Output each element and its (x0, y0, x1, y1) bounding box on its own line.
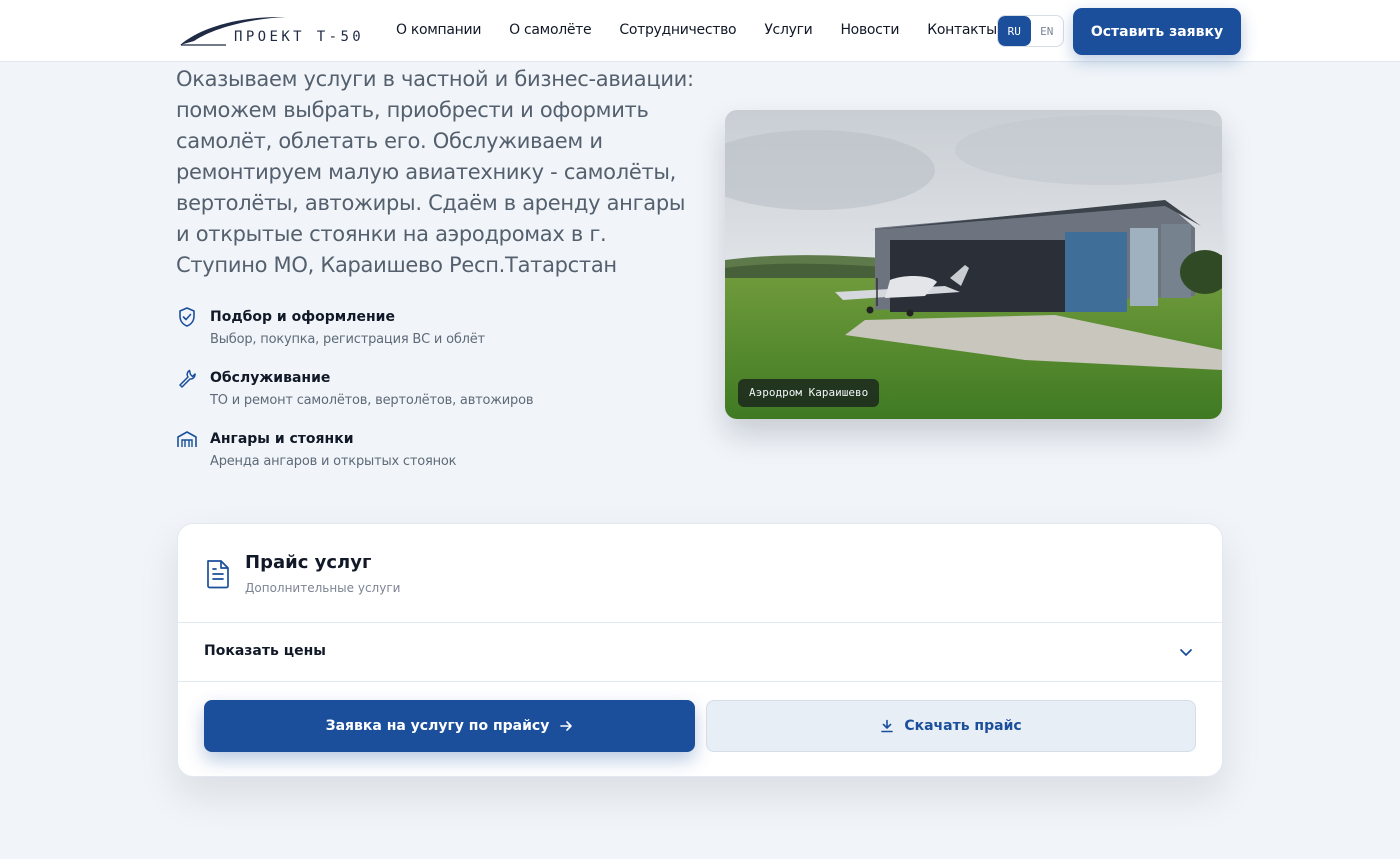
nav-item-contacts[interactable]: Контакты (927, 22, 997, 38)
price-card-subtitle: Дополнительные услуги (245, 581, 401, 595)
hangar-icon (177, 431, 197, 447)
lang-ru-button[interactable]: RU (998, 16, 1031, 46)
divider (178, 681, 1222, 682)
arrow-right-icon (560, 721, 573, 731)
hangar-photo: Аэродром Караишево (725, 110, 1222, 419)
feature-item-hangars: Ангары и стоянки Аренда ангаров и открыт… (176, 428, 696, 489)
price-card: Прайс услуг Дополнительные услуги Показа… (177, 523, 1223, 777)
lang-en-button[interactable]: EN (1031, 16, 1064, 46)
feature-desc: Выбор, покупка, регистрация ВС и облёт (210, 332, 485, 347)
submit-request-button[interactable]: Оставить заявку (1073, 8, 1241, 55)
shield-check-icon (179, 307, 195, 327)
price-card-title: Прайс услуг (245, 552, 372, 573)
main-nav: О компании О самолёте Сотрудничество Усл… (396, 22, 1025, 38)
show-prices-label: Показать цены (204, 643, 326, 659)
feature-desc: ТО и ремонт самолётов, вертолётов, автож… (210, 393, 534, 408)
price-request-label: Заявка на услугу по прайсу (325, 718, 550, 734)
feature-title: Подбор и оформление (210, 309, 395, 325)
site-header: ПРОЕКТ Т-50 О компании О самолёте Сотруд… (0, 0, 1400, 62)
feature-item-selection: Подбор и оформление Выбор, покупка, реги… (176, 306, 696, 367)
download-icon (881, 719, 894, 733)
download-price-label: Скачать прайс (904, 718, 1022, 734)
photo-caption: Аэродром Караишево (738, 379, 880, 407)
hangar-illustration (725, 110, 1222, 419)
feature-title: Обслуживание (210, 370, 331, 386)
feature-title: Ангары и стоянки (210, 431, 354, 447)
document-icon (207, 560, 229, 589)
wrench-icon (179, 369, 196, 388)
download-price-button[interactable]: Скачать прайс (706, 700, 1196, 752)
nav-item-services[interactable]: Услуги (764, 22, 812, 38)
feature-desc: Аренда ангаров и открытых стоянок (210, 454, 457, 469)
feature-list: Подбор и оформление Выбор, покупка, реги… (176, 306, 696, 489)
language-switcher: RU EN (997, 15, 1064, 47)
logo[interactable]: ПРОЕКТ Т-50 (178, 14, 363, 48)
feature-item-maintenance: Обслуживание ТО и ремонт самолётов, верт… (176, 367, 696, 428)
chevron-down-icon (1180, 649, 1192, 656)
price-request-button[interactable]: Заявка на услугу по прайсу (204, 700, 695, 752)
nav-item-company[interactable]: О компании (396, 22, 481, 38)
nav-item-aircraft[interactable]: О самолёте (509, 22, 592, 38)
hero-description: Оказываем услуги в частной и бизнес-авиа… (176, 67, 694, 277)
nav-item-news[interactable]: Новости (840, 22, 899, 38)
show-prices-toggle[interactable]: Показать цены (178, 623, 1222, 681)
nav-item-cooperation[interactable]: Сотрудничество (619, 22, 736, 38)
logo-text: ПРОЕКТ Т-50 (234, 29, 365, 45)
